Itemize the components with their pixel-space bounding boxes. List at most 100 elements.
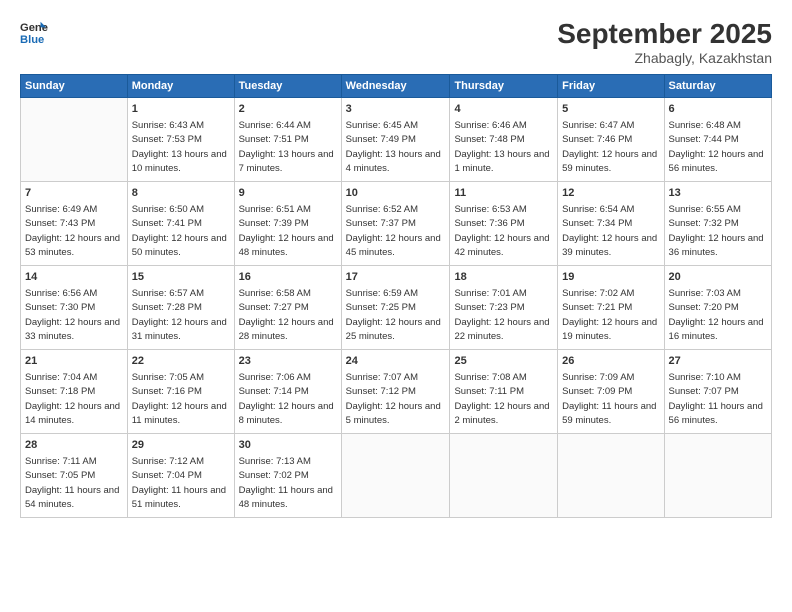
calendar-cell: 3 Sunrise: 6:45 AMSunset: 7:49 PMDaylight… [341,98,450,182]
calendar-cell: 17Sunrise: 6:59 AMSunset: 7:25 PMDayligh… [341,265,450,349]
cell-content: Sunrise: 6:45 AMSunset: 7:49 PMDaylight:… [346,120,441,175]
calendar-cell [450,433,558,517]
cell-content: Sunrise: 6:56 AMSunset: 7:30 PMDaylight:… [25,288,120,343]
calendar-cell: 15 Sunrise: 6:57 AMSunset: 7:28 PMDayligh… [127,265,234,349]
calendar-week-row: 7 Sunrise: 6:49 AMSunset: 7:43 PMDaylight… [21,181,772,265]
calendar-cell: 26Sunrise: 7:09 AMSunset: 7:09 PMDayligh… [558,349,664,433]
calendar-cell: 25Sunrise: 7:08 AMSunset: 7:11 PMDayligh… [450,349,558,433]
day-number: 19 [562,270,659,286]
cell-content: Sunrise: 6:54 AMSunset: 7:34 PMDaylight:… [562,204,657,259]
cell-content: Sunrise: 6:47 AMSunset: 7:46 PMDaylight:… [562,120,657,175]
day-number: 7 [25,186,123,202]
calendar-cell: 24 Sunrise: 7:07 AMSunset: 7:12 PMDayligh… [341,349,450,433]
day-number: 18 [454,270,553,286]
calendar-cell: 6Sunrise: 6:48 AMSunset: 7:44 PMDaylight… [664,98,771,182]
col-friday: Friday [558,75,664,98]
calendar-cell: 20 Sunrise: 7:03 AMSunset: 7:20 PMDayligh… [664,265,771,349]
day-number: 14 [25,270,123,286]
day-number: 25 [454,354,553,370]
calendar-body: 1Sunrise: 6:43 AMSunset: 7:53 PMDaylight… [21,98,772,518]
day-number: 22 [132,354,230,370]
day-number: 6 [669,102,767,118]
logo-icon: General Blue [20,18,48,46]
day-number: 5 [562,102,659,118]
day-number: 30 [239,438,337,454]
location: Zhabagly, Kazakhstan [557,50,772,66]
title-block: September 2025 Zhabagly, Kazakhstan [557,18,772,66]
calendar-cell: 29 Sunrise: 7:12 AMSunset: 7:04 PMDayligh… [127,433,234,517]
day-number: 27 [669,354,767,370]
cell-content: Sunrise: 6:49 AMSunset: 7:43 PMDaylight:… [25,204,120,259]
col-monday: Monday [127,75,234,98]
calendar-cell: 5 Sunrise: 6:47 AMSunset: 7:46 PMDaylight… [558,98,664,182]
cell-content: Sunrise: 7:04 AMSunset: 7:18 PMDaylight:… [25,372,120,427]
calendar-table: Sunday Monday Tuesday Wednesday Thursday… [20,74,772,518]
calendar-cell: 10Sunrise: 6:52 AMSunset: 7:37 PMDayligh… [341,181,450,265]
col-wednesday: Wednesday [341,75,450,98]
col-thursday: Thursday [450,75,558,98]
cell-content: Sunrise: 6:44 AMSunset: 7:51 PMDaylight:… [239,120,334,175]
calendar-cell: 4 Sunrise: 6:46 AMSunset: 7:48 PMDaylight… [450,98,558,182]
day-number: 21 [25,354,123,370]
day-number: 15 [132,270,230,286]
day-number: 2 [239,102,337,118]
day-number: 26 [562,354,659,370]
calendar-cell: 7 Sunrise: 6:49 AMSunset: 7:43 PMDaylight… [21,181,128,265]
calendar-cell: 19Sunrise: 7:02 AMSunset: 7:21 PMDayligh… [558,265,664,349]
cell-content: Sunrise: 7:01 AMSunset: 7:23 PMDaylight:… [454,288,549,343]
calendar-cell: 27Sunrise: 7:10 AMSunset: 7:07 PMDayligh… [664,349,771,433]
cell-content: Sunrise: 7:12 AMSunset: 7:04 PMDaylight:… [132,456,226,511]
day-number: 8 [132,186,230,202]
calendar-cell: 9Sunrise: 6:51 AMSunset: 7:39 PMDaylight… [234,181,341,265]
calendar-week-row: 14 Sunrise: 6:56 AMSunset: 7:30 PMDayligh… [21,265,772,349]
day-number: 23 [239,354,337,370]
cell-content: Sunrise: 6:57 AMSunset: 7:28 PMDaylight:… [132,288,227,343]
day-number: 17 [346,270,446,286]
day-number: 9 [239,186,337,202]
cell-content: Sunrise: 6:55 AMSunset: 7:32 PMDaylight:… [669,204,764,259]
calendar-cell: 28 Sunrise: 7:11 AMSunset: 7:05 PMDayligh… [21,433,128,517]
calendar-cell: 14 Sunrise: 6:56 AMSunset: 7:30 PMDayligh… [21,265,128,349]
calendar-cell: 2 Sunrise: 6:44 AMSunset: 7:51 PMDaylight… [234,98,341,182]
calendar-cell: 1Sunrise: 6:43 AMSunset: 7:53 PMDaylight… [127,98,234,182]
day-number: 20 [669,270,767,286]
logo: General Blue [20,18,48,46]
svg-text:Blue: Blue [20,34,44,46]
calendar-cell: 18 Sunrise: 7:01 AMSunset: 7:23 PMDayligh… [450,265,558,349]
calendar-header: Sunday Monday Tuesday Wednesday Thursday… [21,75,772,98]
cell-content: Sunrise: 7:13 AMSunset: 7:02 PMDaylight:… [239,456,333,511]
day-number: 16 [239,270,337,286]
calendar-cell: 21 Sunrise: 7:04 AMSunset: 7:18 PMDayligh… [21,349,128,433]
month-title: September 2025 [557,18,772,50]
page: General Blue September 2025 Zhabagly, Ka… [0,0,792,612]
day-number: 4 [454,102,553,118]
header-row: Sunday Monday Tuesday Wednesday Thursday… [21,75,772,98]
day-number: 29 [132,438,230,454]
day-number: 10 [346,186,446,202]
cell-content: Sunrise: 6:50 AMSunset: 7:41 PMDaylight:… [132,204,227,259]
cell-content: Sunrise: 6:46 AMSunset: 7:48 PMDaylight:… [454,120,549,175]
cell-content: Sunrise: 7:11 AMSunset: 7:05 PMDaylight:… [25,456,119,511]
day-number: 12 [562,186,659,202]
calendar-cell: 8 Sunrise: 6:50 AMSunset: 7:41 PMDaylight… [127,181,234,265]
col-saturday: Saturday [664,75,771,98]
calendar-cell: 16Sunrise: 6:58 AMSunset: 7:27 PMDayligh… [234,265,341,349]
cell-content: Sunrise: 7:03 AMSunset: 7:20 PMDaylight:… [669,288,764,343]
day-number: 13 [669,186,767,202]
cell-content: Sunrise: 7:07 AMSunset: 7:12 PMDaylight:… [346,372,441,427]
day-number: 28 [25,438,123,454]
calendar-cell: 12 Sunrise: 6:54 AMSunset: 7:34 PMDayligh… [558,181,664,265]
col-sunday: Sunday [21,75,128,98]
col-tuesday: Tuesday [234,75,341,98]
day-number: 24 [346,354,446,370]
svg-text:General: General [20,22,48,34]
calendar-cell [341,433,450,517]
header: General Blue September 2025 Zhabagly, Ka… [20,18,772,66]
calendar-week-row: 21 Sunrise: 7:04 AMSunset: 7:18 PMDayligh… [21,349,772,433]
day-number: 3 [346,102,446,118]
cell-content: Sunrise: 6:43 AMSunset: 7:53 PMDaylight:… [132,120,227,175]
calendar-cell: 11Sunrise: 6:53 AMSunset: 7:36 PMDayligh… [450,181,558,265]
calendar-cell: 22Sunrise: 7:05 AMSunset: 7:16 PMDayligh… [127,349,234,433]
calendar-cell [558,433,664,517]
calendar-cell: 30 Sunrise: 7:13 AMSunset: 7:02 PMDayligh… [234,433,341,517]
